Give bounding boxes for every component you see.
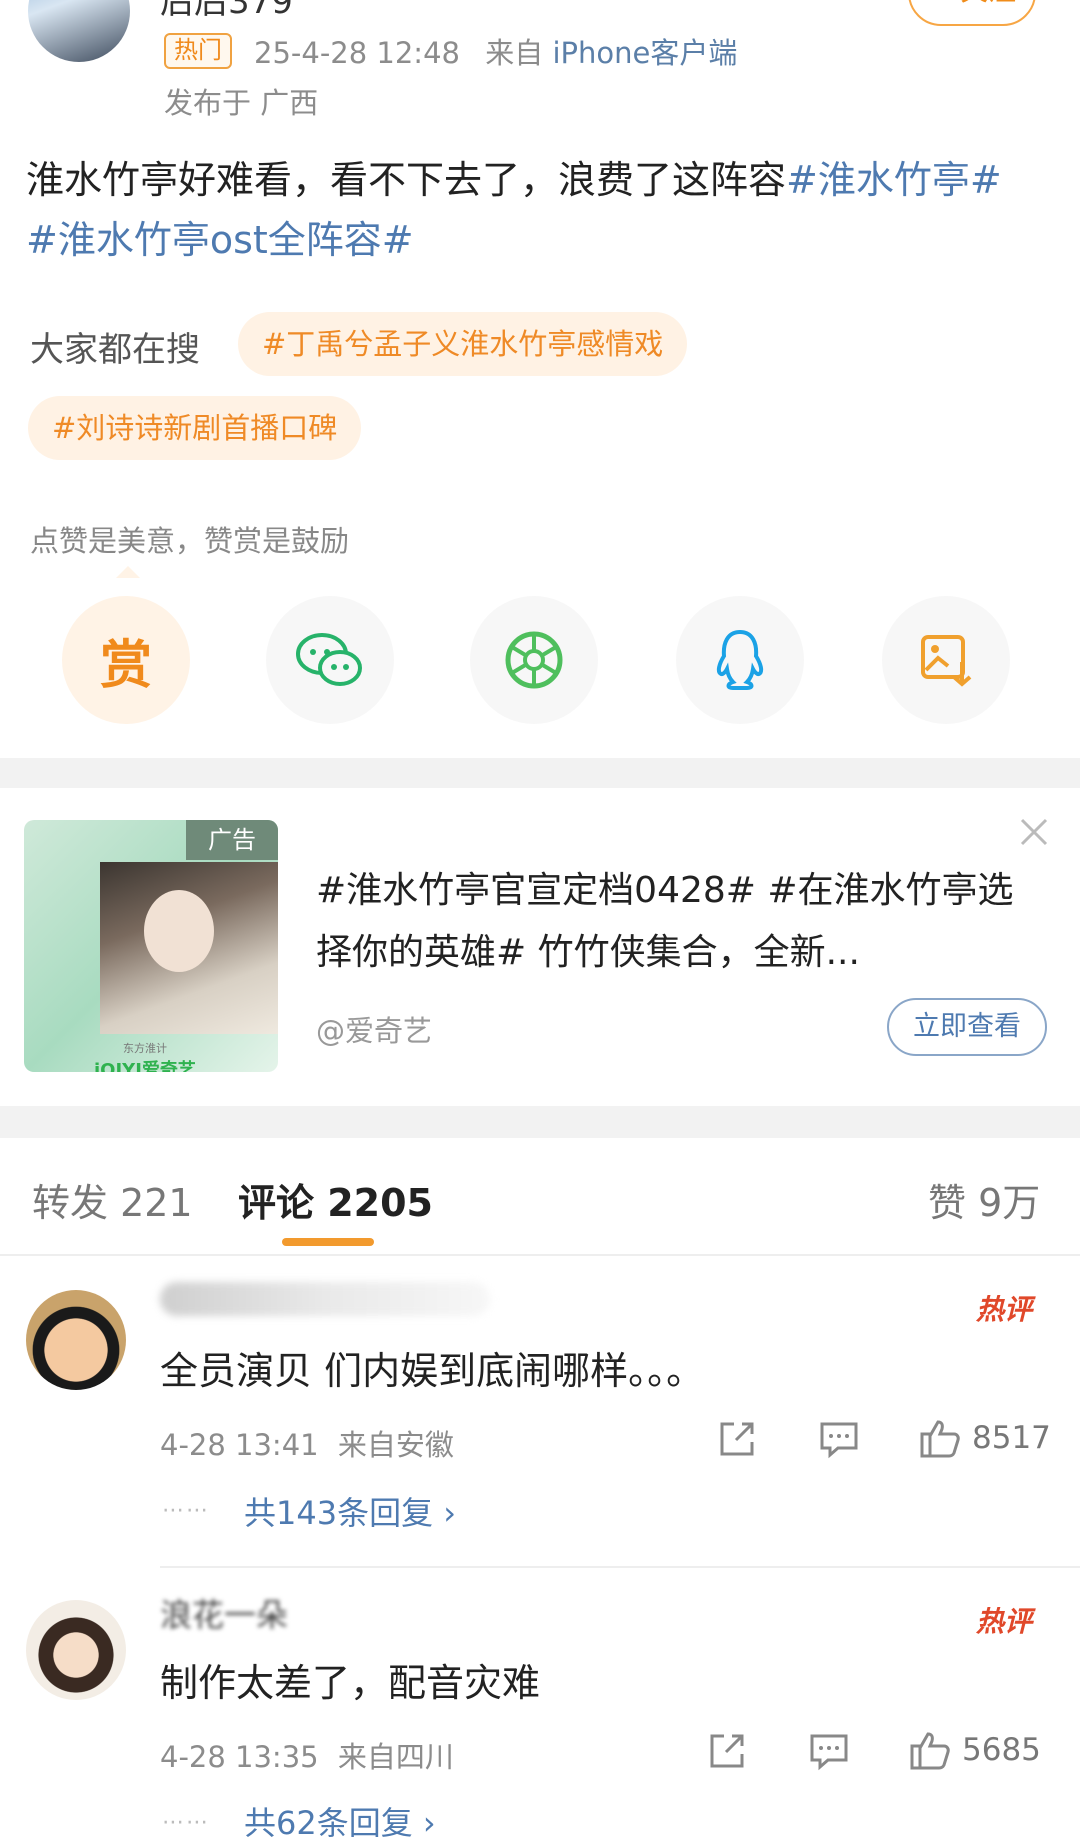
trending-search-label: 大家都在搜 (30, 330, 200, 370)
reply-dots: ⋯⋯ (162, 1810, 210, 1835)
reply-dots: ⋯⋯ (162, 1498, 210, 1523)
comment-like-button[interactable]: 5685 (908, 1728, 1041, 1772)
comment-reply-button[interactable] (808, 1730, 850, 1772)
view-replies-link[interactable]: 共62条回复 › (244, 1798, 436, 1844)
commenter-avatar[interactable] (26, 1290, 126, 1390)
comment-icon (810, 1734, 848, 1771)
ad-source[interactable]: @爱奇艺 (316, 1008, 432, 1050)
close-icon (1020, 818, 1048, 846)
ad-logo-caption: 东方淮计 (122, 1042, 167, 1055)
trending-topic-pill[interactable]: #丁禹兮孟子义淮水竹亭感情戏 (238, 312, 688, 376)
tab-reposts[interactable]: 转发 221 (32, 1172, 193, 1227)
ad-photo (100, 862, 278, 1034)
hot-badge: 热门 (164, 33, 232, 69)
save-image-icon (921, 635, 972, 687)
commenter-name: 浪花一朵 (160, 1596, 289, 1630)
post-source-prefix: 来自 (485, 36, 544, 70)
hot-comment-badge: 热评 (976, 1293, 1033, 1326)
comment-text: 全员演贝 们内娱到底闹哪样。。。 (160, 1349, 705, 1393)
comment-like-count: 8517 (972, 1420, 1051, 1456)
reward-note-pointer (116, 566, 140, 578)
post-text: 淮水竹亭好难看，看不下去了，浪费了这阵容 (26, 158, 787, 202)
comment-time: 4-28 13:41 (160, 1428, 319, 1462)
post-source[interactable]: iPhone客户端 (552, 36, 737, 70)
comment-divider (160, 1566, 1080, 1568)
comment-reply-button[interactable] (818, 1418, 860, 1460)
comment-icon (820, 1422, 858, 1459)
reward-label: 赏 (99, 635, 152, 696)
reward-button[interactable]: 赏 (62, 596, 190, 724)
thumbs-up-icon (910, 1732, 950, 1770)
tab-active-indicator (282, 1238, 374, 1246)
qq-icon (716, 629, 764, 690)
reward-note: 点赞是美意，赞赏是鼓励 (30, 524, 350, 558)
comment-share-button[interactable] (706, 1730, 748, 1772)
comment-location: 来自四川 (337, 1740, 454, 1774)
tab-comments[interactable]: 评论 2205 (238, 1172, 433, 1227)
ad-logo-text: iQIYI爱奇艺 (94, 1060, 196, 1072)
iqiyi-logo: 东方淮计 iQIYI爱奇艺 (94, 1040, 196, 1072)
ad-face (144, 890, 214, 972)
follow-button[interactable]: + 关注 (908, 0, 1036, 26)
share-icon (710, 1734, 744, 1768)
post-content: 淮水竹亭好难看，看不下去了，浪费了这阵容#淮水竹亭# #淮水竹亭ost全阵容# (26, 150, 1056, 270)
save-image-button[interactable] (882, 596, 1010, 724)
share-icon (720, 1422, 754, 1456)
post-time: 25-4-28 12:48 (254, 36, 460, 70)
post-location: 发布于 广西 (164, 86, 319, 120)
hashtag-link[interactable]: #淮水竹亭# (786, 158, 1002, 202)
commenter-name-blurred[interactable] (160, 1282, 490, 1316)
thumbs-up-icon (920, 1420, 960, 1458)
comment-share-button[interactable] (716, 1418, 758, 1460)
author-avatar[interactable] (28, 0, 130, 62)
comment-location: 来自安徽 (337, 1428, 454, 1462)
hashtag-link[interactable]: #淮水竹亭ost全阵容# (26, 218, 414, 262)
post-meta: 25-4-28 12:48 来自 iPhone客户端 (254, 30, 737, 72)
share-moments-button[interactable] (470, 596, 598, 724)
comment-like-button[interactable]: 8517 (918, 1416, 1051, 1460)
ad-close-button[interactable] (1018, 816, 1050, 852)
section-gap (0, 758, 1080, 788)
trending-topic-pill[interactable]: #刘诗诗新剧首播口碑 (28, 396, 362, 460)
comment-time: 4-28 13:35 (160, 1740, 319, 1774)
ad-text[interactable]: #淮水竹亭官宣定档0428# #在淮水竹亭选择你的英雄# 竹竹侠集合，全新... (316, 860, 1016, 984)
wechat-icon (296, 633, 362, 686)
comment-meta: 4-28 13:41 来自安徽 (160, 1422, 454, 1464)
moments-icon (505, 631, 563, 689)
tab-likes[interactable]: 赞 9万 (928, 1172, 1040, 1227)
share-qq-button[interactable] (676, 596, 804, 724)
ad-badge: 广告 (186, 820, 278, 860)
section-gap (0, 1106, 1080, 1138)
author-name[interactable]: 后后379 (160, 0, 293, 23)
share-wechat-button[interactable] (266, 596, 394, 724)
comment-like-count: 5685 (962, 1732, 1041, 1768)
comment-text: 制作太差了，配音灾难 (160, 1661, 541, 1705)
commenter-avatar[interactable] (26, 1600, 126, 1700)
commenter-name-partial[interactable]: 浪花一朵 (160, 1590, 420, 1630)
ad-view-button[interactable]: 立即查看 (887, 998, 1047, 1056)
view-replies-link[interactable]: 共143条回复 › (244, 1488, 456, 1534)
hot-comment-badge: 热评 (976, 1605, 1033, 1638)
tabs-divider (0, 1254, 1080, 1256)
comment-meta: 4-28 13:35 来自四川 (160, 1734, 454, 1776)
ad-image[interactable]: 广告 东方淮计 iQIYI爱奇艺 (24, 820, 278, 1072)
